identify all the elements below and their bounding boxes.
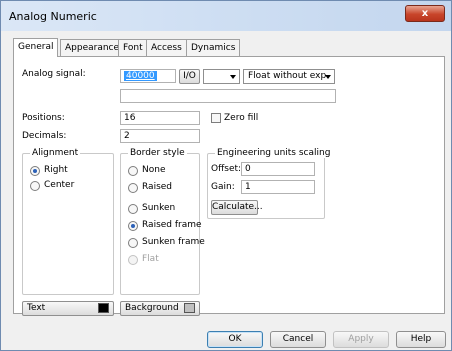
border-none-label: None: [142, 165, 166, 175]
gain-label: Gain:: [211, 182, 235, 192]
positions-input[interactable]: 16: [120, 111, 200, 125]
align-center-radio[interactable]: [30, 181, 40, 191]
offset-label: Offset:: [211, 164, 242, 174]
chevron-down-icon: [325, 75, 331, 79]
zero-fill-label: Zero fill: [224, 113, 259, 123]
scaling-group-title: Engineering units scaling: [215, 148, 333, 158]
scaling-group: Engineering units scaling Offset: 0 Gain…: [207, 148, 333, 219]
apply-button: Apply: [333, 331, 389, 348]
gain-input[interactable]: 1: [241, 180, 315, 194]
tab-appearance[interactable]: Appearance: [60, 39, 125, 56]
offset-input[interactable]: 0: [241, 162, 315, 176]
align-right-radio[interactable]: [30, 166, 40, 176]
chevron-down-icon: [230, 75, 236, 79]
tab-control: General Appearance Font Access Dynamics …: [13, 38, 445, 316]
text-color-swatch: [98, 303, 109, 313]
format-combo[interactable]: Float without exp.: [243, 69, 335, 84]
border-raised-frame-label: Raised frame: [142, 220, 202, 230]
alignment-group-title: Alignment: [30, 148, 81, 158]
format-value: Float without exp.: [248, 71, 330, 81]
alignment-group: Alignment Right Center: [22, 148, 114, 295]
border-raised-label: Raised: [142, 182, 173, 192]
analog-signal-label: Analog signal:: [22, 69, 86, 79]
positions-label: Positions:: [22, 113, 65, 123]
tab-font[interactable]: Font: [118, 39, 148, 56]
tab-general[interactable]: General: [13, 38, 59, 57]
border-raised-radio[interactable]: [128, 183, 138, 193]
cancel-button[interactable]: Cancel: [270, 331, 326, 348]
decimals-input[interactable]: 2: [120, 129, 200, 143]
tab-access[interactable]: Access: [146, 39, 187, 56]
general-panel: Analog signal: 40000 I/O Float without e…: [13, 56, 445, 316]
calculate-button[interactable]: Calculate...: [211, 200, 263, 215]
title-bar[interactable]: Analog Numeric x: [1, 1, 451, 31]
background-color-label: Background: [125, 303, 179, 313]
background-color-button[interactable]: Background: [120, 301, 200, 316]
border-sunken-frame-label: Sunken frame: [142, 237, 205, 247]
text-color-label: Text: [27, 303, 46, 313]
text-color-button[interactable]: Text: [22, 301, 114, 316]
window-title: Analog Numeric: [9, 10, 97, 23]
align-center-label: Center: [44, 180, 75, 190]
border-raised-frame-radio[interactable]: [128, 221, 138, 231]
close-button[interactable]: x: [405, 5, 445, 22]
io-button[interactable]: I/O: [179, 69, 200, 84]
analog-signal-input[interactable]: 40000: [120, 69, 176, 83]
help-button[interactable]: Help: [396, 331, 446, 348]
border-style-group: Border style None Raised Sunken Raised f…: [120, 148, 205, 295]
border-sunken-frame-radio[interactable]: [128, 238, 138, 248]
border-flat-radio: [128, 255, 138, 265]
tab-dynamics[interactable]: Dynamics: [186, 39, 241, 56]
border-sunken-label: Sunken: [142, 203, 176, 213]
analog-signal-value: 40000: [124, 71, 157, 81]
border-none-radio[interactable]: [128, 166, 138, 176]
border-style-group-title: Border style: [128, 148, 187, 158]
decimals-label: Decimals:: [22, 131, 67, 141]
border-sunken-radio[interactable]: [128, 204, 138, 214]
signal-description-field[interactable]: [120, 89, 336, 103]
dialog-window: Analog Numeric x General Appearance Font…: [0, 0, 452, 351]
signal-type-combo[interactable]: [203, 69, 240, 84]
zero-fill-checkbox[interactable]: [211, 113, 221, 123]
ok-button[interactable]: OK: [207, 331, 263, 348]
background-color-swatch: [184, 303, 195, 313]
align-right-label: Right: [44, 165, 68, 175]
border-flat-label: Flat: [142, 254, 159, 264]
